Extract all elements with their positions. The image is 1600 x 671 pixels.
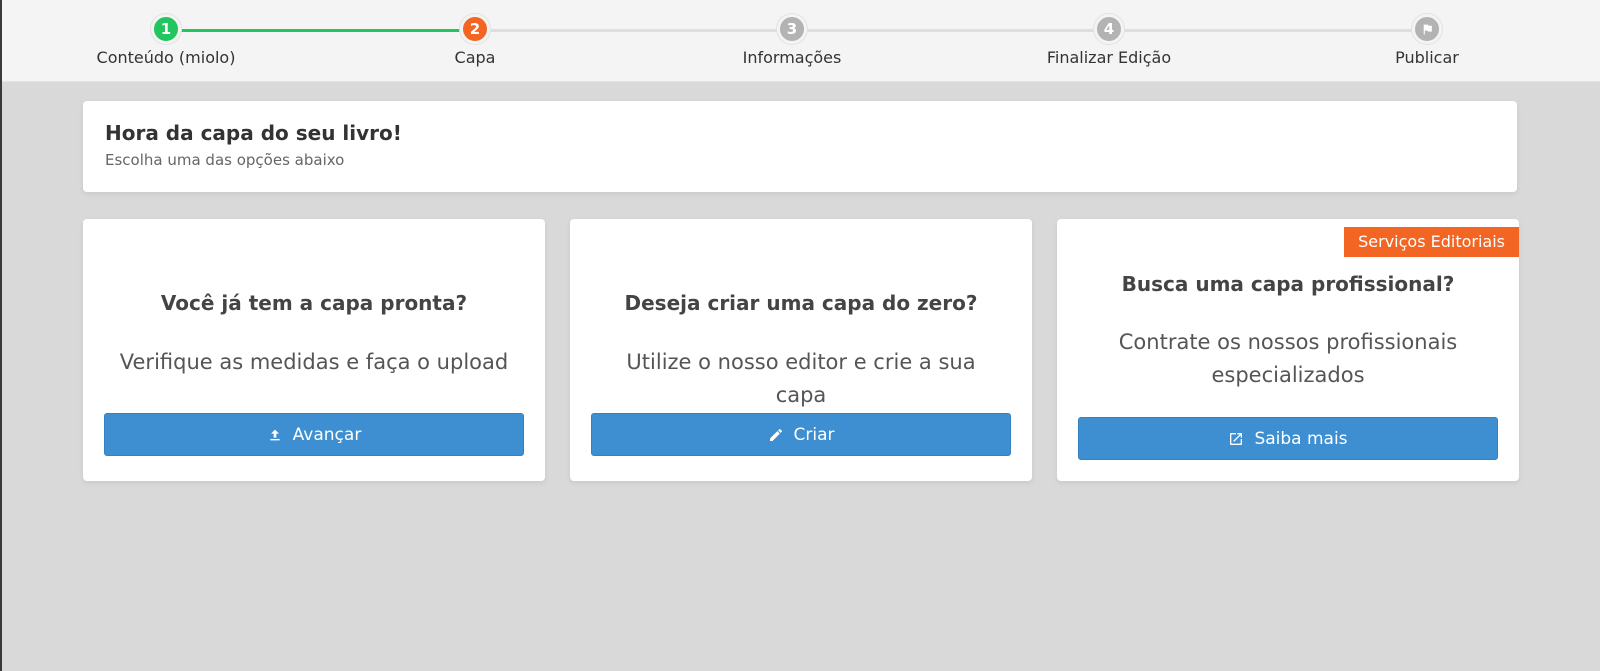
- step-conteudo[interactable]: 1 Conteúdo (miolo): [46, 14, 286, 67]
- progress-stepper: 1 Conteúdo (miolo) 2 Capa 3 Informações …: [2, 0, 1600, 82]
- external-link-icon: [1228, 431, 1244, 447]
- card-description: Contrate os nossos profissionais especia…: [1118, 330, 1458, 387]
- editorial-services-badge[interactable]: Serviços Editoriais: [1344, 227, 1519, 257]
- button-label: Criar: [793, 424, 835, 445]
- step-finalizar-edicao[interactable]: 4 Finalizar Edição: [989, 14, 1229, 67]
- option-card-create: Deseja criar uma capa do zero? Utilize o…: [570, 219, 1032, 481]
- step-label: Conteúdo (miolo): [96, 48, 236, 67]
- step-label: Capa: [454, 48, 496, 67]
- card-description: Verifique as medidas e faça o upload: [119, 350, 509, 374]
- step-publicar[interactable]: Publicar: [1307, 14, 1547, 67]
- pencil-icon: [768, 427, 784, 443]
- intro-card: Hora da capa do seu livro! Escolha uma d…: [83, 101, 1517, 192]
- step-informacoes[interactable]: 3 Informações: [672, 14, 912, 67]
- flag-icon: [1412, 14, 1442, 44]
- step-number-badge: 2: [460, 14, 490, 44]
- step-label: Finalizar Edição: [1046, 48, 1172, 67]
- card-title: Você já tem a capa pronta?: [160, 291, 468, 315]
- step-label: Informações: [742, 48, 842, 67]
- option-card-upload: Você já tem a capa pronta? Verifique as …: [83, 219, 545, 481]
- upload-icon: [267, 427, 283, 443]
- button-label: Avançar: [292, 424, 362, 445]
- step-capa[interactable]: 2 Capa: [355, 14, 595, 67]
- learn-more-button[interactable]: Saiba mais: [1078, 417, 1498, 460]
- option-card-professional: Serviços Editoriais Busca uma capa profi…: [1057, 219, 1519, 481]
- step-number-badge: 3: [777, 14, 807, 44]
- page-subtitle: Escolha uma das opções abaixo: [105, 151, 345, 169]
- step-number-badge: 1: [151, 14, 181, 44]
- step-label: Publicar: [1395, 48, 1459, 67]
- card-title: Busca uma capa profissional?: [1121, 272, 1455, 296]
- window-edge: [0, 0, 2, 671]
- create-button[interactable]: Criar: [591, 413, 1011, 456]
- button-label: Saiba mais: [1254, 428, 1348, 449]
- card-description: Utilize o nosso editor e crie a sua capa: [626, 350, 976, 407]
- page-title: Hora da capa do seu livro!: [105, 121, 402, 145]
- advance-button[interactable]: Avançar: [104, 413, 524, 456]
- card-title: Deseja criar uma capa do zero?: [624, 291, 978, 315]
- step-number-badge: 4: [1094, 14, 1124, 44]
- stepper-track-pending: [475, 29, 1427, 32]
